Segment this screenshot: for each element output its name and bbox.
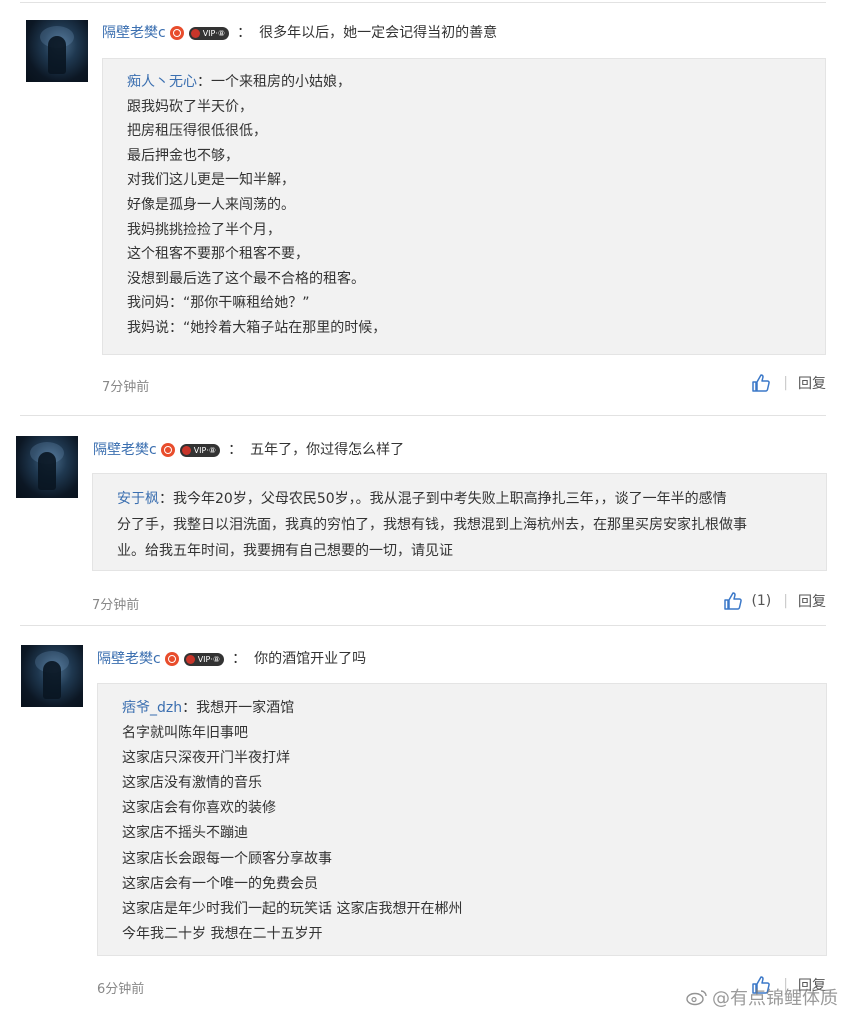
quote-line: 好像是孤身一人来闯荡的。 xyxy=(127,196,295,213)
timestamp: 7分钟前 xyxy=(92,598,140,613)
like-count: (1) xyxy=(751,593,772,609)
quoted-comment: 痴人丶无心：一个来租房的小姑娘， 跟我妈砍了半天价， 把房租压得很低很低， 最后… xyxy=(102,58,826,355)
vip-badge[interactable]: VIP·⑧ xyxy=(183,652,225,666)
quoted-username-link[interactable]: 安于枫 xyxy=(117,491,159,507)
quoted-username-link[interactable]: 痞爷_dzh xyxy=(122,700,182,716)
verified-badge-icon xyxy=(169,26,184,40)
comment-text: 你的酒馆开业了吗 xyxy=(254,651,367,667)
separator: | xyxy=(783,593,788,609)
quote-line: 这家店会有你喜欢的装修 xyxy=(122,800,276,817)
timestamp: 7分钟前 xyxy=(102,380,150,395)
quote-line: 这家店没有激情的音乐 xyxy=(122,775,262,792)
timestamp: 6分钟前 xyxy=(97,982,145,997)
quote-line: 分了手，我整日以泪洗面，我真的穷怕了，我想有钱，我想混到上海杭州去，在那里买房安… xyxy=(117,517,747,533)
quote-line: 这个租客不要那个租客不要， xyxy=(127,246,309,263)
watermark: @有点锦鲤体质 xyxy=(686,984,838,1010)
username-link[interactable]: 隔壁老樊c xyxy=(102,24,166,42)
vip-badge[interactable]: VIP·⑧ xyxy=(188,26,230,40)
verified-badge-icon xyxy=(160,443,175,457)
like-icon[interactable] xyxy=(723,591,743,611)
colon: ： xyxy=(237,25,252,41)
quote-line: 痞爷_dzh：我想开一家酒馆 xyxy=(122,700,295,716)
quote-line: 最后押金也不够， xyxy=(127,147,239,164)
colon: ： xyxy=(228,442,243,458)
comment-text: 五年了，你过得怎么样了 xyxy=(250,442,405,458)
quote-line: 痴人丶无心：一个来租房的小姑娘， xyxy=(127,74,351,90)
reply-button[interactable]: 回复 xyxy=(798,373,826,393)
comment-3: 隔壁老樊c VIP·⑧ ： 你的酒馆开业了吗 痞爷_dzh：我想开一家酒馆 名字… xyxy=(0,625,846,1016)
avatar[interactable] xyxy=(21,645,83,707)
verified-badge-icon xyxy=(164,652,179,666)
vip-badge[interactable]: VIP·⑧ xyxy=(179,443,221,457)
quoted-comment: 痞爷_dzh：我想开一家酒馆 名字就叫陈年旧事吧 这家店只深夜开门半夜打烊 这家… xyxy=(97,683,827,956)
quote-line: 这家店是年少时我们一起的玩笑话 这家店我想开在郴州 xyxy=(122,900,463,917)
quote-line: 业。给我五年时间，我要拥有自己想要的一切，请见证 xyxy=(117,543,453,559)
avatar[interactable] xyxy=(26,20,88,82)
quoted-username-link[interactable]: 痴人丶无心 xyxy=(127,74,197,90)
username-link[interactable]: 隔壁老樊c xyxy=(97,650,161,668)
quote-line: 我妈挑挑捡捡了半个月， xyxy=(127,221,281,238)
separator: | xyxy=(783,375,788,391)
comment-1: 隔壁老樊c VIP·⑧ ： 很多年以后，她一定会记得当初的善意 痴人丶无心：一个… xyxy=(0,0,846,415)
quote-line: 这家店长会跟每一个顾客分享故事 xyxy=(122,850,332,867)
avatar[interactable] xyxy=(16,436,78,498)
comment-2: 隔壁老樊c VIP·⑧ ： 五年了，你过得怎么样了 安于枫：我今年20岁，父母农… xyxy=(0,415,846,625)
quote-line: 没想到最后选了这个最不合格的租客。 xyxy=(127,270,365,287)
quote-line: 我妈说：“她拎着大箱子站在那里的时候， xyxy=(127,319,387,336)
quote-line: 这家店只深夜开门半夜打烊 xyxy=(122,750,290,767)
quote-line: 今年我二十岁 我想在二十五岁开 xyxy=(122,925,323,942)
quote-line: 跟我妈砍了半天价， xyxy=(127,98,253,115)
quote-line: 把房租压得很低很低， xyxy=(127,123,267,140)
like-icon[interactable] xyxy=(751,373,771,393)
quoted-comment: 安于枫：我今年20岁，父母农民50岁，。我从混子到中考失败上职高挣扎三年，，谈了… xyxy=(92,473,827,571)
quote-line: 这家店会有一个唯一的免费会员 xyxy=(122,875,318,892)
quote-line: 对我们这儿更是一知半解， xyxy=(127,172,295,189)
quote-line: 名字就叫陈年旧事吧 xyxy=(122,725,248,742)
quote-line: 这家店不摇头不蹦迪 xyxy=(122,825,248,842)
reply-button[interactable]: 回复 xyxy=(798,591,826,611)
weibo-icon xyxy=(686,990,707,1006)
username-link[interactable]: 隔壁老樊c xyxy=(93,441,157,459)
comment-text: 很多年以后，她一定会记得当初的善意 xyxy=(259,25,498,41)
quote-line: 我问妈：“那你干嘛租给她？” xyxy=(127,295,310,312)
colon: ： xyxy=(232,651,247,667)
quote-line: 安于枫：我今年20岁，父母农民50岁，。我从混子到中考失败上职高挣扎三年，，谈了… xyxy=(117,491,727,507)
